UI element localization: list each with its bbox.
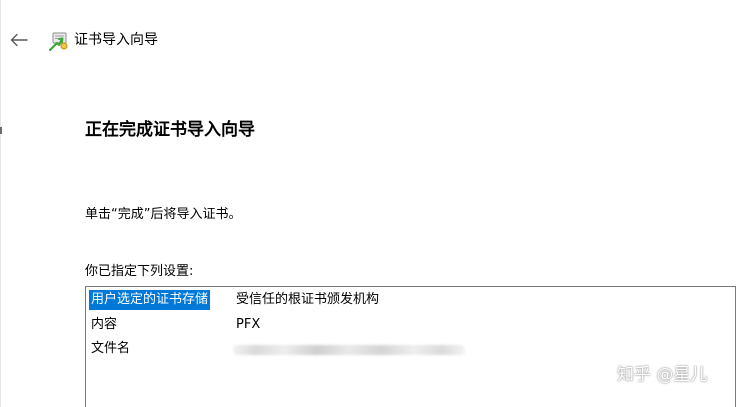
settings-key-filename[interactable]: 文件名: [89, 339, 132, 359]
settings-list[interactable]: 用户选定的证书存储 受信任的根证书颁发机构 内容 PFX 文件名: [85, 286, 736, 407]
arrow-left-icon: [10, 33, 28, 47]
settings-label: 你已指定下列设置:: [85, 264, 194, 279]
wizard-window: 证书导入向导 正在完成证书导入向导 单击“完成”后将导入证书。 你已指定下列设置…: [0, 0, 755, 407]
settings-value-content: PFX: [236, 317, 261, 332]
settings-value-store: 受信任的根证书颁发机构: [236, 292, 380, 307]
redacted-filename-value: [233, 345, 465, 355]
window-left-border: [0, 0, 1, 407]
settings-key-store[interactable]: 用户选定的证书存储: [89, 290, 211, 310]
page-heading: 正在完成证书导入向导: [85, 120, 255, 140]
instruction-text: 单击“完成”后将导入证书。: [85, 207, 242, 222]
wizard-title: 证书导入向导: [74, 32, 158, 48]
window-edge-marker: [0, 127, 2, 134]
back-button[interactable]: [8, 30, 30, 50]
settings-key-content[interactable]: 内容: [89, 315, 119, 335]
watermark: 知乎 @星儿: [617, 365, 708, 385]
certificate-import-icon: [47, 30, 69, 52]
